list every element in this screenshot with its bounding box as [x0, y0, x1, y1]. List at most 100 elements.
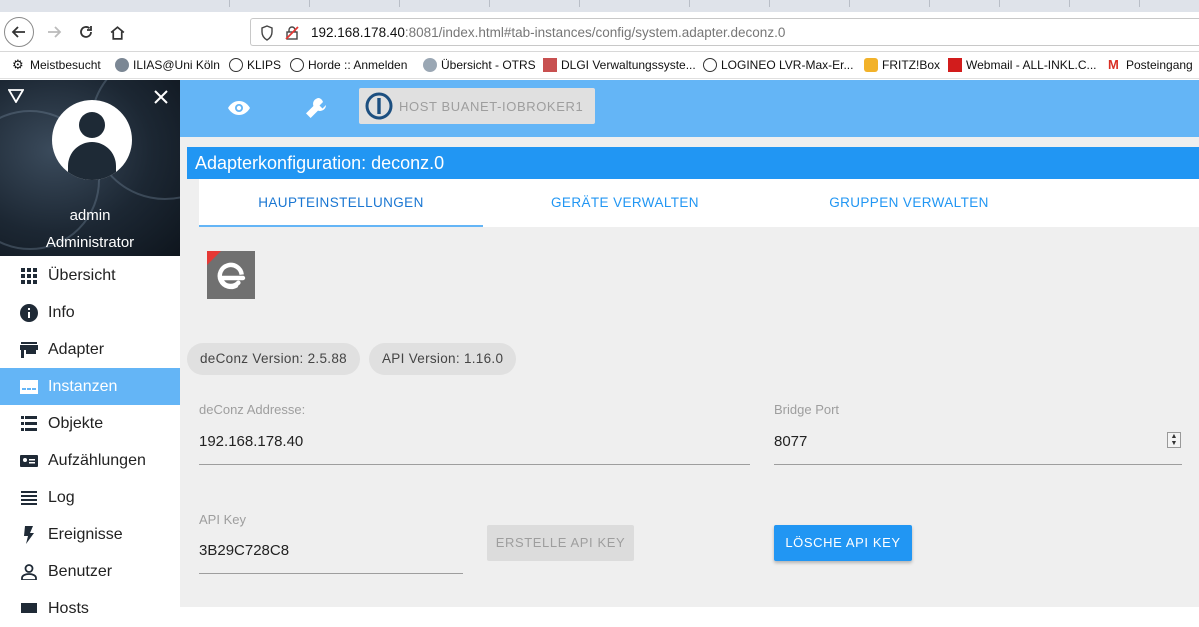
tab-geraete-verwalten[interactable]: GERÄTE VERWALTEN: [483, 179, 767, 227]
delete-api-key-button[interactable]: LÖSCHE API KEY: [774, 525, 912, 561]
browser-tab[interactable]: [1000, 0, 1070, 7]
browser-tab[interactable]: [160, 0, 230, 7]
bookmark-label: Meistbesucht: [30, 58, 101, 72]
bookmark-label: DLGI Verwaltungssyste...: [561, 58, 696, 72]
browser-tab[interactable]: [850, 0, 930, 7]
apikey-input[interactable]: 3B29C728C8: [199, 542, 289, 559]
instances-icon: [20, 378, 38, 396]
iobroker-logo-icon: [365, 92, 393, 120]
enum-icon: [20, 452, 38, 470]
avatar[interactable]: [52, 100, 132, 180]
gear-icon: ⚙: [12, 57, 24, 72]
globe-icon: [290, 58, 304, 72]
sidebar-item-uebersicht[interactable]: Übersicht: [0, 257, 180, 294]
bookmark-horde[interactable]: Horde :: Anmelden: [290, 58, 407, 72]
main-area: HOST BUANET-IOBROKER1 Adapterkonfigurati…: [180, 80, 1199, 607]
bookmark-label: Horde :: Anmelden: [308, 58, 408, 72]
url-path: :8081/index.html#tab-instances/config/sy…: [404, 25, 786, 40]
close-menu-button[interactable]: [153, 88, 169, 108]
browser-tab[interactable]: [230, 0, 310, 7]
hosts-icon: [20, 600, 38, 618]
username: admin: [69, 207, 111, 224]
tab-gruppen-verwalten[interactable]: GRUPPEN VERWALTEN: [767, 179, 1051, 227]
sidebar-item-objekte[interactable]: Objekte: [0, 405, 180, 442]
config-tabs: HAUPTEINSTELLUNGEN GERÄTE VERWALTEN GRUP…: [199, 179, 1199, 227]
browser-tab[interactable]: [400, 0, 490, 7]
deconz-e-icon: [217, 262, 246, 290]
store-icon: [20, 341, 38, 359]
active-tab-indicator: [199, 225, 483, 227]
browser-tab-strip[interactable]: [0, 0, 1199, 12]
bookmark-posteingang[interactable]: M Posteingang: [1108, 57, 1193, 73]
avatar-head: [79, 112, 105, 138]
webmail-icon: [948, 58, 962, 72]
browser-tab[interactable]: [310, 0, 400, 7]
wrench-icon[interactable]: [301, 93, 331, 123]
ilias-icon: [115, 58, 129, 72]
bookmark-klips[interactable]: KLIPS: [229, 58, 281, 72]
gmail-icon: M: [1108, 57, 1119, 72]
forward-button[interactable]: [40, 18, 68, 46]
user-role: Administrator: [45, 234, 135, 251]
browser-tab[interactable]: [930, 0, 1000, 7]
sidebar-menu: Übersicht Info Adapter Instanzen Objekte: [0, 257, 180, 627]
bookmark-dlgi[interactable]: DLGI Verwaltungssyste...: [543, 58, 696, 72]
browser-tab[interactable]: [1070, 0, 1140, 7]
port-stepper[interactable]: ▲ ▼: [1167, 432, 1181, 448]
eye-icon[interactable]: [224, 93, 254, 123]
bookmark-label: FRITZ!Box: [882, 58, 941, 72]
bookmark-otrs[interactable]: Übersicht - OTRS: [423, 58, 536, 72]
bookmarks-toolbar: ⚙ Meistbesucht ILIAS@Uni Köln KLIPS Hord…: [0, 53, 1199, 79]
otrs-icon: [423, 58, 437, 72]
sidebar: admin Administrator Übersicht Info Adapt…: [0, 80, 180, 617]
browser-navbar: 192.168.178.40:8081/index.html#tab-insta…: [0, 12, 1199, 52]
sidebar-item-label: Log: [48, 488, 75, 506]
port-label: Bridge Port: [774, 402, 840, 417]
insecure-lock-icon[interactable]: [284, 25, 300, 46]
create-api-key-button[interactable]: ERSTELLE API KEY: [487, 525, 634, 561]
bookmark-meistbesucht[interactable]: ⚙ Meistbesucht: [12, 57, 101, 73]
sidebar-item-label: Übersicht: [48, 266, 116, 284]
port-input[interactable]: 8077: [774, 433, 807, 450]
sidebar-item-label: Hosts: [48, 599, 89, 617]
reload-button[interactable]: [72, 18, 100, 46]
sidebar-item-adapter[interactable]: Adapter: [0, 331, 180, 368]
collapse-menu-button[interactable]: [7, 89, 25, 107]
apikey-underline: [199, 573, 463, 574]
bookmark-fritzbox[interactable]: FRITZ!Box: [864, 58, 940, 72]
shield-icon[interactable]: [260, 25, 274, 46]
home-button[interactable]: [103, 18, 131, 46]
bookmark-ilias[interactable]: ILIAS@Uni Köln: [115, 58, 220, 72]
address-input[interactable]: 192.168.178.40: [199, 433, 303, 450]
browser-tab[interactable]: [690, 0, 770, 7]
host-selector-button[interactable]: HOST BUANET-IOBROKER1: [359, 88, 595, 124]
bookmark-logineo[interactable]: LOGINEO LVR-Max-Er...: [703, 58, 853, 72]
sidebar-item-info[interactable]: Info: [0, 294, 180, 331]
browser-tab[interactable]: [490, 0, 580, 7]
list-icon: [20, 415, 38, 433]
sidebar-item-benutzer[interactable]: Benutzer: [0, 553, 180, 590]
sidebar-item-hosts[interactable]: Hosts: [0, 590, 180, 627]
browser-tab[interactable]: [770, 0, 850, 7]
apps-grid-icon: [20, 267, 38, 285]
sidebar-item-aufzaehlungen[interactable]: Aufzählungen: [0, 442, 180, 479]
deconz-logo: [207, 251, 255, 299]
adapter-config-title: Adapterkonfiguration: deconz.0: [187, 147, 1199, 179]
info-icon: [20, 303, 38, 322]
back-button[interactable]: [4, 17, 34, 47]
browser-tab[interactable]: [580, 0, 690, 7]
user-icon: [20, 563, 38, 581]
globe-icon: [229, 58, 243, 72]
tab-haupteinstellungen[interactable]: HAUPTEINSTELLUNGEN: [199, 179, 483, 227]
bookmark-label: LOGINEO LVR-Max-Er...: [721, 58, 854, 72]
bookmark-webmail[interactable]: Webmail - ALL-INKL.C...: [948, 58, 1097, 72]
sidebar-item-instanzen[interactable]: Instanzen: [0, 368, 180, 405]
address-bar[interactable]: 192.168.178.40:8081/index.html#tab-insta…: [250, 18, 1199, 46]
sidebar-item-ereignisse[interactable]: Ereignisse: [0, 516, 180, 553]
bookmark-label: Posteingang: [1126, 58, 1193, 72]
avatar-body: [68, 142, 116, 180]
arrow-right-icon: [48, 26, 62, 38]
sidebar-item-log[interactable]: Log: [0, 479, 180, 516]
sidebar-item-label: Ereignisse: [48, 525, 123, 543]
url-host: 192.168.178.40: [311, 25, 405, 40]
